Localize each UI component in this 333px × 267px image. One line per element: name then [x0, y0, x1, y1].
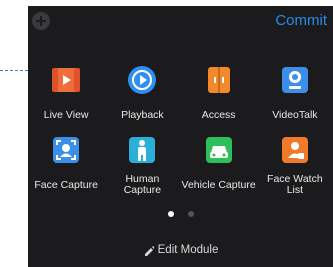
module-live-view[interactable]: Live View — [28, 58, 104, 128]
plus-circle-icon — [36, 16, 46, 26]
edit-module-label: Edit Module — [157, 244, 219, 256]
add-module-button[interactable] — [32, 12, 50, 30]
module-videotalk[interactable]: VideoTalk — [257, 58, 333, 128]
module-label: Face Watch List — [267, 173, 323, 196]
human-capture-icon — [126, 134, 158, 166]
module-label: VideoTalk — [272, 109, 318, 121]
module-face-capture[interactable]: Face Capture — [28, 128, 104, 198]
playback-icon — [126, 64, 158, 96]
module-label: Vehicle Capture — [181, 179, 256, 191]
page-indicator — [28, 211, 333, 217]
module-vehicle-capture[interactable]: Vehicle Capture — [181, 128, 257, 198]
pencil-icon — [144, 245, 154, 256]
live-view-icon — [50, 64, 82, 96]
face-capture-icon — [50, 134, 82, 166]
module-access[interactable]: Access — [181, 58, 257, 128]
videotalk-icon — [279, 64, 311, 96]
page-dot-1[interactable] — [167, 211, 174, 217]
module-label: Human Capture — [123, 173, 162, 196]
module-grid: Live View Playback Access VideoTalk Face… — [28, 58, 333, 198]
module-panel: Commit Live View Playback Access VideoTa… — [28, 6, 333, 267]
module-human-capture[interactable]: Human Capture — [104, 128, 180, 198]
access-door-icon — [203, 64, 235, 96]
module-label: Live View — [43, 109, 89, 121]
module-playback[interactable]: Playback — [104, 58, 180, 128]
page-dot-2[interactable] — [187, 211, 194, 217]
module-label: Access — [201, 109, 236, 121]
connector-line — [0, 70, 28, 71]
module-label: Playback — [121, 109, 164, 121]
face-watch-list-icon — [279, 134, 311, 166]
module-label: Face Capture — [34, 179, 98, 191]
module-face-watch-list[interactable]: Face Watch List — [257, 128, 333, 198]
vehicle-capture-icon — [203, 134, 235, 166]
commit-button[interactable]: Commit — [275, 12, 327, 30]
edit-module-button[interactable]: Edit Module — [28, 244, 333, 256]
